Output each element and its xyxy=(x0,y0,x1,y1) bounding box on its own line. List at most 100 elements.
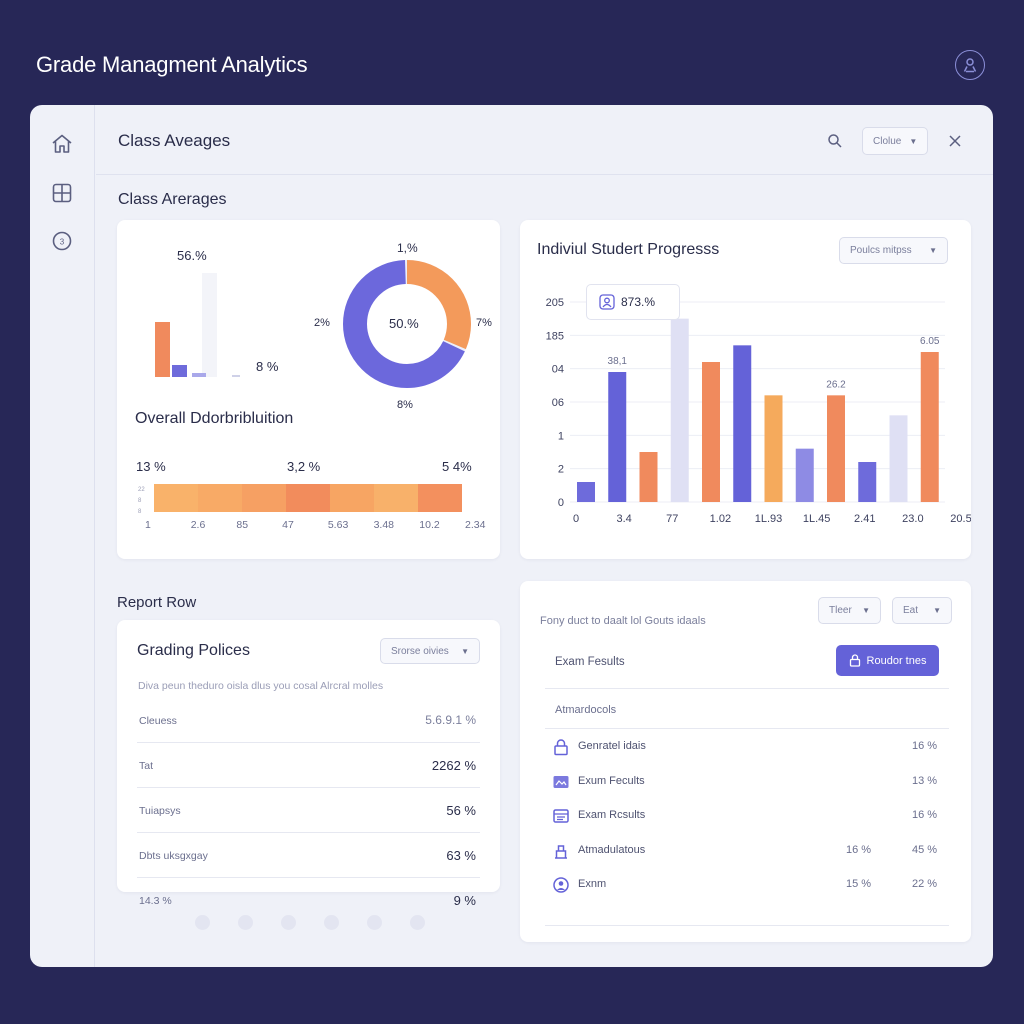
mini-bar-right-label: 8 % xyxy=(256,359,279,374)
policy-row[interactable]: Tat 2262 % xyxy=(117,754,500,799)
exam-type-select[interactable]: Eat ▼ xyxy=(892,597,952,624)
progress-bar xyxy=(577,482,595,502)
exam-subtitle: Fony duct to daalt lol Gouts idaals xyxy=(540,615,706,627)
app-title: Grade Managment Analytics xyxy=(36,52,308,77)
divider xyxy=(545,728,949,729)
document-icon xyxy=(552,807,570,825)
distribution-left-label: 13 % xyxy=(136,459,166,474)
pagination-dot[interactable] xyxy=(367,915,382,930)
class-averages-heading: Class Arerages xyxy=(118,191,227,208)
chevron-down-icon: ▼ xyxy=(933,606,941,615)
exam-type-select-value: Eat xyxy=(903,605,919,616)
pagination-dot[interactable] xyxy=(324,915,339,930)
distribution-tick: 47 xyxy=(282,519,294,531)
heat-cell xyxy=(198,484,242,512)
pagination-dot[interactable] xyxy=(195,915,210,930)
distribution-tick: 10.2 xyxy=(419,519,440,531)
close-icon[interactable] xyxy=(944,130,966,152)
grading-select-value: Srorse oivies xyxy=(391,645,449,657)
grading-policies-card: Grading Polices Srorse oivies ▼ Diva peu… xyxy=(117,620,500,908)
page-title: Class Aveages xyxy=(118,131,231,150)
distribution-tick: 85 xyxy=(236,519,249,531)
progress-bar xyxy=(795,448,814,502)
exam-row-value-1: 15 % xyxy=(846,878,872,890)
exam-row[interactable]: Atmadulatous 16 % 45 % xyxy=(520,840,971,870)
distribution-tick: 5.63 xyxy=(327,519,349,531)
top-bar: Class Aveages Clolue ▼ xyxy=(96,105,993,175)
policy-label: Tat xyxy=(139,760,154,772)
progress-bar xyxy=(889,415,908,502)
y-tick-label: 0 xyxy=(558,497,564,509)
x-tick-label: 77 xyxy=(666,513,678,525)
mini-bar-background xyxy=(202,273,217,377)
student-progress-card: Indiviul Studert Progresss Poulcs mitpss… xyxy=(520,220,971,559)
svg-text:3: 3 xyxy=(60,238,65,247)
exam-filter-select[interactable]: Tleer ▼ xyxy=(818,597,881,624)
divider xyxy=(137,877,480,878)
bar-value-label: 53 xyxy=(520,280,526,283)
distribution-ticks: 1 2.6 85 47 5.63 3.48 10.2 2.34 xyxy=(145,519,485,533)
mini-bar-top-label: 56.% xyxy=(177,248,207,263)
progress-select[interactable]: Poulcs mitpss ▼ xyxy=(839,237,948,264)
policy-row[interactable]: Dbts uksgxgay 63 % xyxy=(117,844,500,889)
circle-info-icon[interactable]: 3 xyxy=(50,229,74,253)
grading-policies-title: Grading Polices xyxy=(137,642,250,659)
chevron-down-icon: ▼ xyxy=(461,646,469,656)
donut-top-label: 1,% xyxy=(397,241,418,255)
policy-label: Dbts uksgxgay xyxy=(139,850,208,862)
pagination-dot[interactable] xyxy=(281,915,296,930)
bar-value-label: 26.2 xyxy=(826,379,846,390)
exam-row[interactable]: Exum Fecults 13 % xyxy=(520,771,971,801)
row-marker: 22 xyxy=(138,487,145,493)
grading-select[interactable]: Srorse oivies ▼ xyxy=(380,638,480,664)
y-tick-label: 04 xyxy=(552,364,564,376)
heat-cell xyxy=(418,484,462,512)
exam-row-label: Exam Rcsults xyxy=(578,809,646,821)
y-tick-label: 06 xyxy=(552,397,564,409)
search-icon[interactable] xyxy=(824,130,846,152)
exam-row[interactable]: Exnm 15 % 22 % xyxy=(520,874,971,904)
chevron-down-icon: ▼ xyxy=(862,606,870,615)
y-tick-label: 2 xyxy=(558,464,564,476)
progress-tooltip-value: 8​73.% xyxy=(621,295,656,309)
policy-label: Cleuess xyxy=(139,715,177,727)
user-group-icon xyxy=(599,294,615,310)
divider xyxy=(545,925,949,926)
policy-row[interactable]: Cleuess 5.6.9.1 % xyxy=(117,709,500,754)
distribution-tick: 2.34 xyxy=(465,519,486,531)
progress-bar xyxy=(920,352,939,502)
exam-row-value-2: 45 % xyxy=(912,843,938,856)
filter-select[interactable]: Clolue ▼ xyxy=(862,127,928,155)
dashboard-window: 3 Class Aveages Clolue ▼ Class Arerages … xyxy=(30,105,993,967)
pagination-dot[interactable] xyxy=(238,915,253,930)
policy-row[interactable]: Tuiapsys 56 % xyxy=(117,799,500,844)
divider xyxy=(137,787,480,788)
chart-image-icon xyxy=(552,773,570,791)
policy-label: Tuiapsys xyxy=(139,805,181,817)
building-icon xyxy=(552,842,570,860)
divider xyxy=(137,742,480,743)
distribution-heat-strip xyxy=(154,484,462,512)
lock-icon xyxy=(552,738,570,756)
progress-select-value: Poulcs mitpss xyxy=(850,245,912,256)
distribution-mid-label: 3,2 % xyxy=(287,459,321,474)
exam-row-value-2: 22 % xyxy=(912,878,938,890)
pagination-dot[interactable] xyxy=(410,915,425,930)
grid-plus-icon[interactable] xyxy=(50,181,74,205)
heat-cell xyxy=(242,484,286,512)
heat-cell xyxy=(330,484,374,512)
exam-row[interactable]: Exam Rcsults 16 % xyxy=(520,805,971,835)
x-tick-label: 23.0 xyxy=(902,513,923,525)
exam-row-value-1: 16 % xyxy=(846,843,872,856)
exam-results-button[interactable]: Roudor tnes xyxy=(836,645,939,676)
x-tick-label: 0 xyxy=(573,513,579,525)
user-account-button[interactable] xyxy=(955,50,985,80)
exam-row-label: Exum Fecults xyxy=(578,774,645,787)
row-marker: 8 xyxy=(138,509,142,515)
distribution-tick: 3.48 xyxy=(373,519,394,531)
exam-row[interactable]: Genratel idais 16 % xyxy=(520,736,971,766)
home-icon[interactable] xyxy=(50,132,74,156)
report-row-heading: Report Row xyxy=(117,594,197,611)
x-tick-label: 3.4 xyxy=(616,513,631,525)
heat-cell xyxy=(154,484,198,512)
